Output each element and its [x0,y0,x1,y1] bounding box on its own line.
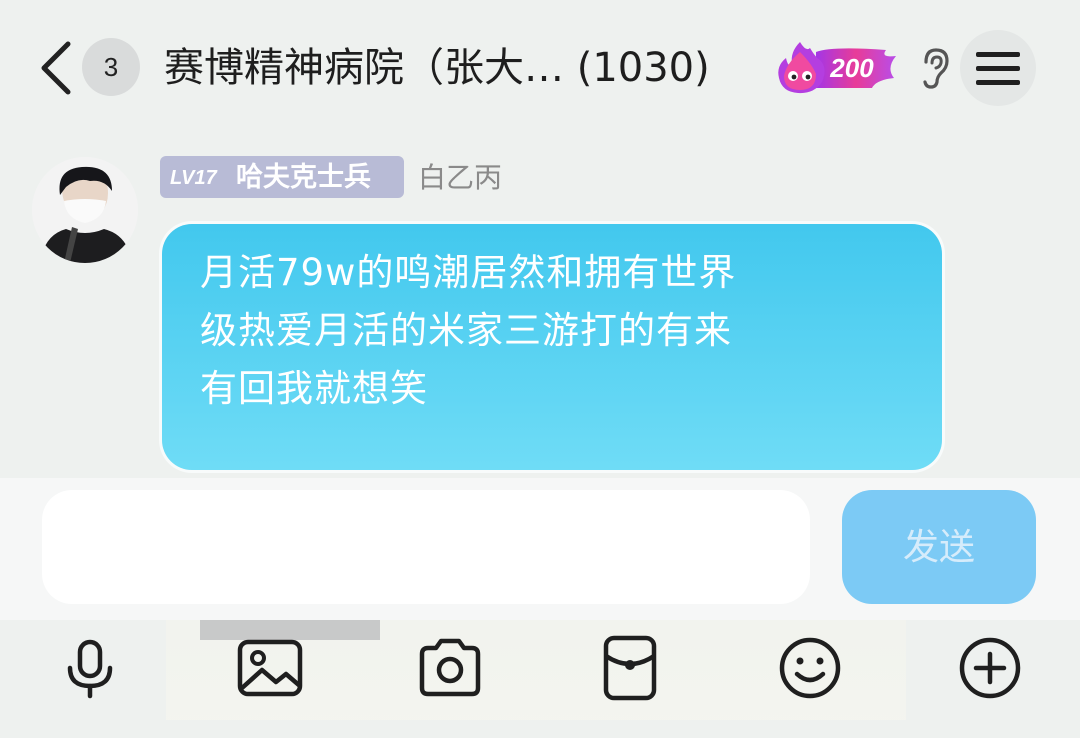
group-title[interactable]: 赛博精神病院（张大… (1030) [164,36,710,100]
send-button[interactable]: 发送 [842,490,1036,604]
camera-icon[interactable] [414,632,486,704]
microphone-icon[interactable] [54,632,126,704]
unread-count-badge[interactable]: 3 [82,38,140,96]
fire-level-value: 200 [830,53,874,83]
menu-icon [976,52,1020,57]
sender-name[interactable]: 白乙丙 [418,160,502,196]
message-input[interactable] [42,490,810,604]
menu-button[interactable] [960,30,1036,106]
red-packet-icon[interactable] [594,632,666,704]
image-icon[interactable] [234,632,306,704]
avatar[interactable] [32,157,138,263]
chat-header: 3 赛博精神病院（张大… (1030) 200 [0,0,1080,135]
emoji-icon[interactable] [774,632,846,704]
back-arrow-icon[interactable] [36,40,76,96]
member-level: LV17 [170,167,217,189]
member-title: 哈夫克士兵 [236,162,371,193]
message-bubble[interactable]: 月活79w的鸣潮居然和拥有世界 级热爱月活的米家三游打的有来 有回我就想笑 [162,224,942,470]
ear-mode-icon[interactable] [918,46,952,90]
plus-icon[interactable] [954,632,1026,704]
avatar-image [32,157,138,263]
